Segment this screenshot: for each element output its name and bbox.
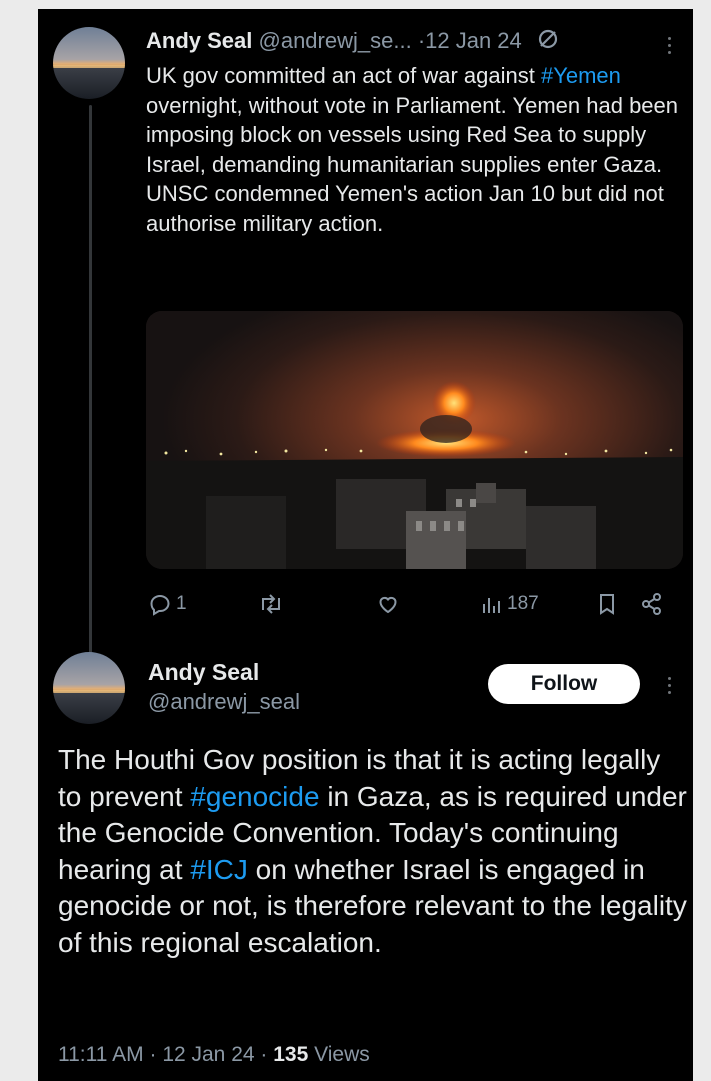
reply-count: 1 bbox=[176, 593, 187, 614]
author-name[interactable]: Andy Seal bbox=[148, 659, 259, 686]
author-name[interactable]: Andy Seal bbox=[146, 28, 252, 53]
main-tweet-text: The Houthi Gov position is that it is ac… bbox=[58, 742, 688, 961]
analytics-icon bbox=[483, 598, 500, 613]
quoted-text-part: UK gov committed an act of war against bbox=[146, 63, 541, 88]
share-icon bbox=[642, 593, 661, 615]
bookmark-icon bbox=[600, 594, 614, 615]
explosion-night-photo bbox=[146, 311, 683, 569]
no-reply-icon bbox=[536, 27, 560, 58]
tweet-media-image[interactable] bbox=[146, 311, 683, 569]
reply-icon bbox=[150, 594, 170, 616]
tweet-date[interactable]: 12 Jan 24 bbox=[162, 1043, 254, 1066]
views-button[interactable]: 187 bbox=[481, 587, 539, 621]
retweet-button[interactable] bbox=[258, 587, 288, 621]
views-label: Views bbox=[314, 1043, 370, 1066]
tweet-date[interactable]: 12 Jan 24 bbox=[425, 28, 522, 53]
thread-connector-line bbox=[89, 105, 92, 655]
meta-separator: · bbox=[149, 1043, 157, 1066]
quoted-text-part: overnight, without vote in Parliament. Y… bbox=[146, 92, 679, 236]
meta-separator: · bbox=[260, 1043, 268, 1066]
reply-button[interactable]: 1 bbox=[148, 587, 187, 621]
more-options-icon[interactable] bbox=[659, 671, 679, 699]
hashtag-link[interactable]: #Yemen bbox=[541, 63, 621, 88]
sunset-avatar-image bbox=[53, 652, 125, 724]
views-count: 135 bbox=[273, 1043, 309, 1066]
tweet-action-bar: 1 187 bbox=[146, 587, 686, 621]
author-handle[interactable]: @andrewj_se... bbox=[259, 28, 412, 53]
more-options-icon[interactable] bbox=[659, 31, 679, 59]
bookmark-button[interactable] bbox=[596, 587, 618, 621]
author-avatar[interactable] bbox=[53, 652, 125, 724]
hashtag-link[interactable]: #ICJ bbox=[190, 854, 248, 885]
quoted-tweet-text: UK gov committed an act of war against #… bbox=[146, 61, 686, 238]
heart-icon bbox=[379, 596, 397, 614]
views-count: 187 bbox=[507, 593, 539, 614]
author-handle[interactable]: @andrewj_seal bbox=[148, 689, 300, 715]
like-button[interactable] bbox=[376, 587, 404, 621]
quoted-tweet-header: Andy Seal @andrewj_se... ·12 Jan 24 bbox=[146, 27, 560, 58]
retweet-icon bbox=[262, 594, 280, 614]
tweet-metadata: 11:11 AM · 12 Jan 24 · 135 Views bbox=[58, 1043, 370, 1067]
hashtag-link[interactable]: #genocide bbox=[190, 781, 319, 812]
tweet-time[interactable]: 11:11 AM bbox=[58, 1043, 144, 1066]
follow-button[interactable]: Follow bbox=[488, 664, 640, 704]
sunset-avatar-image bbox=[53, 27, 125, 99]
author-avatar[interactable] bbox=[53, 27, 125, 99]
share-button[interactable] bbox=[640, 587, 664, 621]
tweet-detail-screen: Andy Seal @andrewj_se... ·12 Jan 24 UK g… bbox=[38, 9, 693, 1081]
